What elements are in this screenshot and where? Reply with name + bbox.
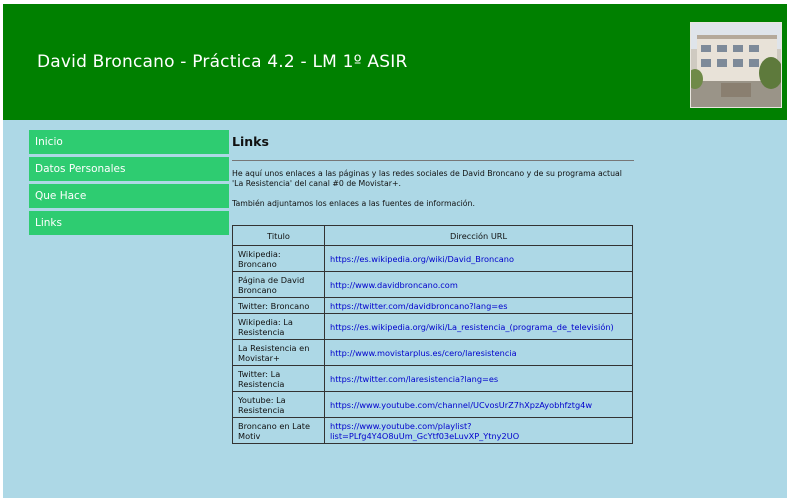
link-url[interactable]: http://www.movistarplus.es/cero/laresist… [330,348,517,358]
column-header-url: Dirección URL [324,225,633,246]
site-header: David Broncano - Práctica 4.2 - LM 1º AS… [3,4,787,120]
table-header-row: Titulo Dirección URL [232,225,633,246]
link-title: Broncano en Late Motiv [232,417,325,444]
link-url[interactable]: https://www.youtube.com/playlist?list=PL… [330,421,519,441]
table-row: Broncano en Late Motiv https://www.youtu… [232,417,633,444]
link-url[interactable]: https://twitter.com/laresistencia?lang=e… [330,374,498,384]
link-title: Wikipedia: La Resistencia [232,313,325,340]
sidebar-nav: Inicio Datos Personales Que Hace Links [29,130,229,238]
link-title: Youtube: La Resistencia [232,391,325,418]
table-row: Twitter: Broncano https://twitter.com/da… [232,297,633,314]
nav-item-links[interactable]: Links [29,211,229,235]
table-row: Twitter: La Resistencia https://twitter.… [232,365,633,392]
page-frame: David Broncano - Práctica 4.2 - LM 1º AS… [3,4,787,498]
divider [232,160,634,161]
link-title: Wikipedia: Broncano [232,245,325,272]
intro-text: He aquí unos enlaces a las páginas y las… [232,169,622,188]
table-row: Página de David Broncano http://www.davi… [232,271,633,298]
links-table: Titulo Dirección URL Wikipedia: Broncano… [232,225,633,444]
nav-item-que-hace[interactable]: Que Hace [29,184,229,208]
building-photo [690,22,782,108]
link-title: Twitter: Broncano [232,297,325,314]
link-title: Twitter: La Resistencia [232,365,325,392]
link-url[interactable]: https://twitter.com/davidbroncano?lang=e… [330,301,507,311]
link-url[interactable]: https://es.wikipedia.org/wiki/David_Bron… [330,254,514,264]
link-title: La Resistencia en Movistar+ [232,339,325,366]
link-url[interactable]: https://es.wikipedia.org/wiki/La_resiste… [330,322,614,332]
link-title: Página de David Broncano [232,271,325,298]
table-row: Wikipedia: La Resistencia https://es.wik… [232,313,633,340]
main-content: Links He aquí unos enlaces a las páginas… [232,130,634,444]
table-row: Youtube: La Resistencia https://www.yout… [232,391,633,418]
table-row: La Resistencia en Movistar+ http://www.m… [232,339,633,366]
link-url[interactable]: https://www.youtube.com/channel/UCvosUrZ… [330,400,592,410]
site-title: David Broncano - Práctica 4.2 - LM 1º AS… [37,52,408,72]
sources-note: También adjuntamos los enlaces a las fue… [232,199,475,208]
column-header-title: Titulo [232,225,325,246]
nav-item-datos-personales[interactable]: Datos Personales [29,157,229,181]
nav-item-inicio[interactable]: Inicio [29,130,229,154]
table-row: Wikipedia: Broncano https://es.wikipedia… [232,245,633,272]
page-title: Links [232,134,269,149]
link-url[interactable]: http://www.davidbroncano.com [330,280,458,290]
